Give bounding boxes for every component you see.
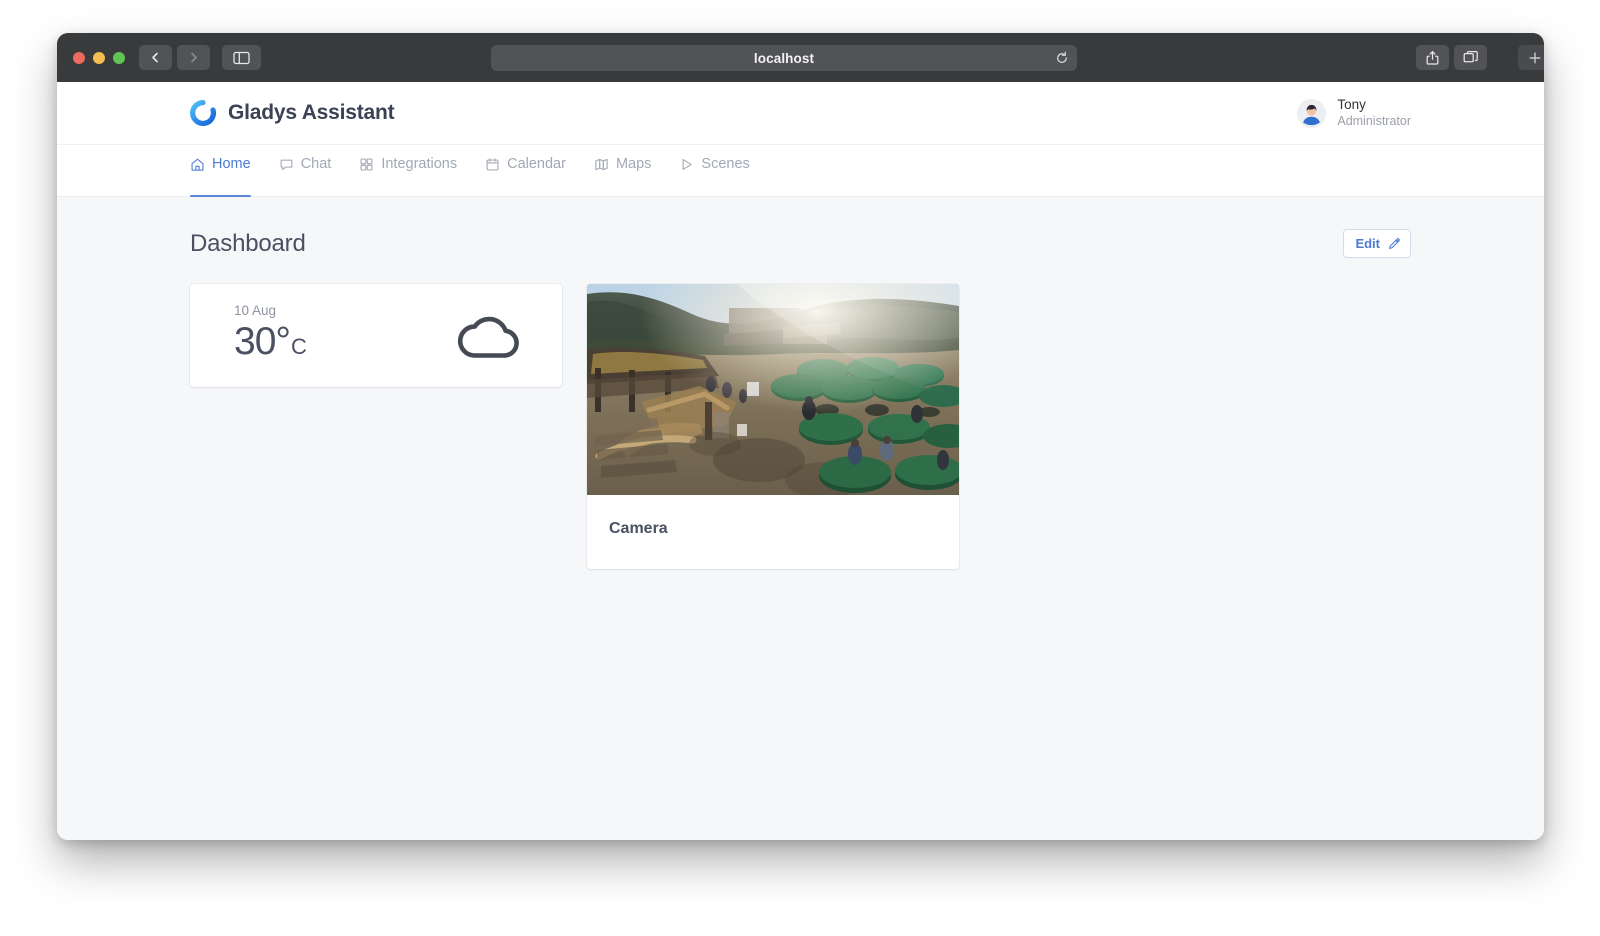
zoom-window-button[interactable] [113, 51, 125, 64]
nav-item-chat[interactable]: Chat [279, 145, 332, 196]
back-chevron-icon [152, 52, 158, 63]
chat-bubble-icon [279, 157, 294, 172]
gladys-logo-icon [190, 100, 216, 126]
page-header: Dashboard Edit [190, 197, 1411, 284]
nav-item-integrations[interactable]: Integrations [359, 145, 457, 196]
main-navigation: Home Chat Integrations Calendar Maps Sce… [57, 145, 1544, 197]
address-bar[interactable]: localhost [491, 45, 1077, 71]
forward-chevron-icon [191, 52, 197, 63]
sidebar-toggle-icon [233, 51, 250, 64]
window-traffic-lights [73, 51, 125, 64]
browser-nav-buttons [139, 45, 210, 70]
browser-titlebar: localhost [57, 33, 1544, 82]
desktop-backdrop: localhost Gladys Assistant Tony Administ… [0, 0, 1600, 936]
new-tab-button[interactable] [1518, 45, 1544, 70]
nav-item-scenes-label: Scenes [701, 156, 750, 172]
nav-item-maps[interactable]: Maps [594, 145, 651, 196]
close-window-button[interactable] [73, 51, 85, 64]
dashboard-card-grid: 10 Aug 30° C Camera [190, 284, 1411, 569]
user-avatar-icon [1297, 98, 1327, 128]
calendar-icon [485, 157, 500, 172]
browser-window: localhost Gladys Assistant Tony Administ… [57, 33, 1544, 840]
share-button[interactable] [1416, 45, 1449, 70]
nav-item-scenes[interactable]: Scenes [679, 145, 750, 196]
weather-temperature: 30° C [234, 320, 307, 364]
nav-item-chat-label: Chat [300, 156, 332, 172]
user-role: Administrator [1337, 113, 1411, 128]
reload-icon [1057, 51, 1067, 63]
camera-feed-illustration [587, 284, 959, 495]
nav-item-calendar-label: Calendar [507, 156, 566, 172]
user-name: Tony [1337, 96, 1366, 112]
tab-overview-icon [1463, 50, 1478, 63]
camera-label: Camera [609, 520, 668, 537]
avatar [1297, 98, 1327, 128]
edit-button-label: Edit [1355, 236, 1380, 251]
minimize-window-button[interactable] [93, 51, 105, 64]
brand-name: Gladys Assistant [228, 101, 395, 124]
nav-item-maps-label: Maps [615, 156, 652, 172]
user-meta: Tony Administrator [1337, 97, 1411, 130]
nav-item-calendar[interactable]: Calendar [485, 145, 566, 196]
address-text: localhost [753, 50, 815, 66]
nav-item-home-label: Home [212, 156, 251, 172]
forward-button[interactable] [177, 45, 210, 70]
browser-toolbar-right [1416, 45, 1544, 70]
tab-overview-button[interactable] [1454, 45, 1487, 70]
plus-icon [1529, 52, 1541, 64]
share-icon [1426, 50, 1439, 65]
app-header: Gladys Assistant Tony Administrator [57, 82, 1544, 145]
user-menu[interactable]: Tony Administrator [1297, 97, 1411, 130]
camera-image[interactable] [587, 284, 959, 495]
edit-dashboard-button[interactable]: Edit [1343, 229, 1411, 258]
camera-card-body: Camera [587, 495, 959, 569]
weather-info: 10 Aug 30° C [234, 300, 307, 364]
camera-card[interactable]: Camera [587, 284, 959, 569]
brand[interactable]: Gladys Assistant [190, 100, 395, 126]
grid-icon [359, 157, 374, 172]
weather-card[interactable]: 10 Aug 30° C [190, 284, 562, 387]
cloud-icon [456, 300, 540, 367]
map-icon [594, 157, 609, 172]
back-button[interactable] [139, 45, 172, 70]
nav-item-home[interactable]: Home [190, 145, 251, 197]
home-icon [190, 157, 205, 172]
weather-temperature-value: 30° [234, 320, 291, 363]
address-bar-container: localhost [491, 45, 1077, 71]
weather-date: 10 Aug [234, 303, 277, 318]
nav-item-integrations-label: Integrations [381, 156, 458, 172]
weather-temperature-unit: C [290, 334, 307, 359]
page-title: Dashboard [190, 229, 306, 257]
edit-pencil-square-icon [1387, 237, 1401, 251]
sidebar-toggle-button[interactable] [222, 45, 261, 70]
dashboard-content: Dashboard Edit 10 Aug 30° C Camera [57, 197, 1544, 840]
play-triangle-icon [679, 157, 694, 172]
reload-button[interactable] [1055, 51, 1069, 65]
